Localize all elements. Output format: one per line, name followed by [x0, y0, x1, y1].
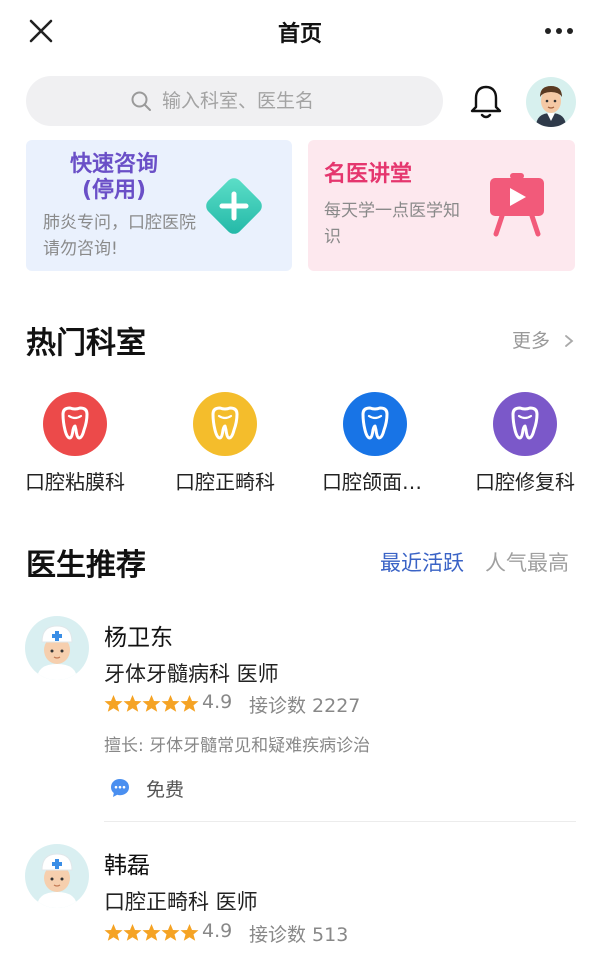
dept-label: 口腔正畸科	[175, 470, 275, 494]
doctor-rating: 4.9	[202, 691, 233, 713]
doctor-avatar[interactable]	[25, 616, 89, 680]
dept-item-prosthodontics[interactable]: 口腔修复科	[450, 392, 600, 494]
quick-consult-card[interactable]: 快速咨询 (停用) 肺炎专问，口腔医院请勿咨询!	[26, 140, 292, 271]
dept-item-orthodontics[interactable]: 口腔正畸科	[150, 392, 300, 494]
star-rating-icon	[104, 695, 199, 712]
quick-consult-desc: 肺炎专问，口腔医院请勿咨询!	[43, 213, 196, 259]
doctor-avatar[interactable]	[25, 844, 89, 908]
more-link-label: 更多	[511, 330, 550, 352]
tab-recent-active[interactable]: 最近活跃	[380, 547, 464, 577]
star-rating-icon	[104, 924, 199, 941]
search-input[interactable]	[156, 84, 432, 118]
dept-label: 口腔颌面外科	[322, 470, 442, 494]
doctor-consult-count: 接诊数 2227	[249, 695, 361, 717]
doctor-dept: 口腔正畸科 医师	[104, 890, 258, 914]
doctors-title: 医生推荐	[26, 548, 146, 583]
tooth-icon	[343, 392, 407, 456]
user-avatar-icon	[536, 86, 566, 127]
chat-bubble-icon	[111, 779, 129, 797]
doctor-dept: 牙体牙髓病科 医师	[104, 662, 279, 686]
tab-most-popular[interactable]: 人气最高	[485, 547, 569, 577]
doctor-avatar-icon	[37, 625, 77, 680]
lecture-card[interactable]: 名医讲堂 每天学一点医学知识	[308, 140, 575, 271]
tooth-icon	[493, 392, 557, 456]
doctor-avatar-icon	[37, 853, 77, 908]
divider	[104, 821, 576, 822]
tooth-icon	[193, 392, 257, 456]
dept-item-maxillofacial[interactable]: 口腔颌面外科	[300, 392, 450, 494]
consult-fee[interactable]: 免费	[146, 775, 184, 802]
more-icon[interactable]	[544, 22, 574, 40]
dept-label: 口腔修复科	[475, 470, 575, 494]
search-bar[interactable]	[26, 76, 443, 126]
top-bar: 首页	[0, 0, 600, 64]
search-icon	[131, 91, 151, 111]
quick-consult-title: 快速咨询 (停用)	[69, 152, 158, 203]
video-board-icon	[490, 173, 544, 237]
departments-title: 热门科室	[26, 326, 146, 361]
lecture-desc: 每天学一点医学知识	[324, 201, 460, 247]
plus-diamond-icon	[206, 178, 262, 234]
bell-icon[interactable]	[468, 82, 504, 120]
user-avatar[interactable]	[526, 77, 576, 127]
chevron-right-icon	[565, 335, 574, 347]
tooth-icon	[43, 392, 107, 456]
lecture-title: 名医讲堂	[324, 162, 413, 187]
doctor-name[interactable]: 韩磊	[104, 846, 150, 880]
dept-label: 口腔粘膜科	[25, 470, 125, 494]
more-departments-link[interactable]: 更多	[512, 326, 576, 353]
page-title: 首页	[277, 22, 322, 47]
doctor-consult-count: 接诊数 513	[249, 924, 349, 946]
doctor-rating: 4.9	[202, 920, 233, 942]
doctor-name[interactable]: 杨卫东	[104, 618, 173, 652]
doctor-specialty: 擅长: 牙体牙髓常见和疑难疾病诊治	[104, 736, 371, 756]
dept-item-mucosa[interactable]: 口腔粘膜科	[0, 392, 150, 494]
